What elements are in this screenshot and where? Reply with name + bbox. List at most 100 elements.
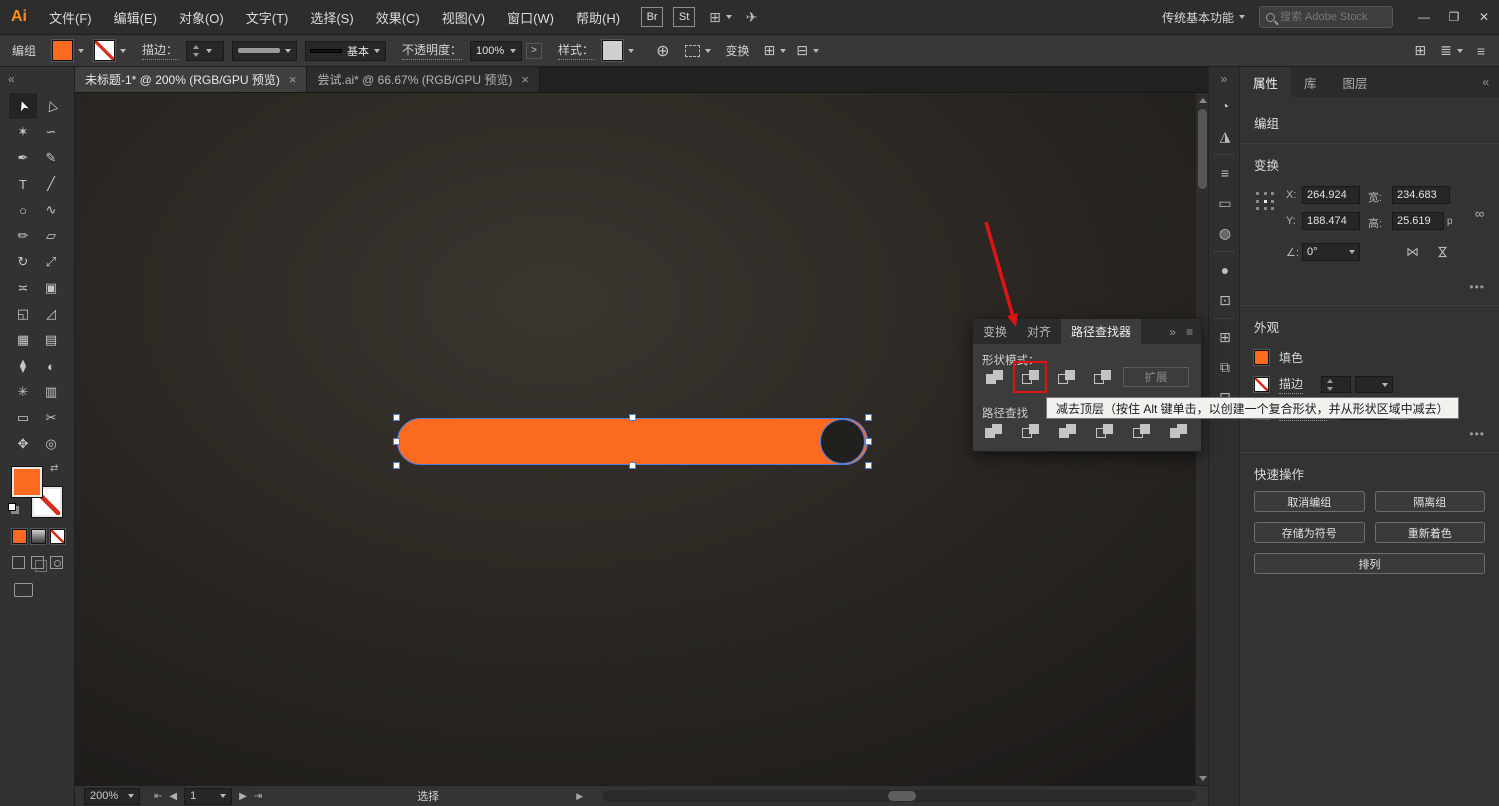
- stroke-weight-control[interactable]: [1321, 376, 1394, 393]
- workspace-rows-control[interactable]: ≣: [1440, 42, 1463, 59]
- hand-tool[interactable]: ✥: [9, 431, 37, 457]
- color-button[interactable]: [12, 529, 27, 544]
- scroll-down-icon[interactable]: [1196, 771, 1208, 785]
- trim-button[interactable]: [1018, 420, 1042, 442]
- zoom-level-dropdown[interactable]: 200%: [84, 787, 140, 805]
- minimize-button[interactable]: —: [1409, 4, 1439, 30]
- selection-handle-mr[interactable]: [865, 438, 872, 445]
- tab-pathfinder[interactable]: 路径查找器: [1061, 319, 1142, 344]
- artboard-tool[interactable]: ▭: [9, 405, 37, 431]
- stroke-swatch[interactable]: [94, 40, 116, 61]
- appearance-panel-icon[interactable]: ●: [1209, 255, 1241, 285]
- bridge-button[interactable]: Br: [641, 7, 664, 27]
- paintbrush-tool[interactable]: ∿: [37, 197, 65, 223]
- ellipse-tool[interactable]: ○: [9, 197, 37, 223]
- eyedropper-tool[interactable]: ⧫: [9, 353, 37, 379]
- globe-icon[interactable]: ⊕: [656, 41, 669, 61]
- unite-button[interactable]: [981, 365, 1007, 389]
- tab-layers[interactable]: 图层: [1330, 67, 1381, 97]
- ref-dot[interactable]: [1256, 192, 1259, 195]
- scale-tool[interactable]: ⤢: [37, 249, 65, 275]
- angle-dropdown[interactable]: 0°: [1302, 243, 1360, 261]
- document-tab-untitled[interactable]: 未标题-1* @ 200% (RGB/GPU 预览) ×: [75, 67, 308, 92]
- stroke-label[interactable]: 描边: [1279, 375, 1304, 394]
- stroke-weight-input[interactable]: [1321, 376, 1352, 393]
- perspective-grid-tool[interactable]: ◿: [37, 301, 65, 327]
- ref-dot[interactable]: [1263, 207, 1267, 211]
- merge-button[interactable]: [1055, 420, 1079, 442]
- panel-menu-icon[interactable]: ≡: [1181, 325, 1201, 339]
- arrange-documents-control[interactable]: ⊞: [709, 9, 732, 26]
- screen-mode-button[interactable]: [14, 583, 33, 597]
- close-tab-icon[interactable]: ×: [289, 72, 297, 87]
- none-button[interactable]: [50, 529, 65, 544]
- menu-view[interactable]: 视图(V): [431, 0, 496, 35]
- recolor-button[interactable]: 重新着色: [1374, 522, 1485, 543]
- type-tool[interactable]: T: [9, 171, 37, 197]
- shape-panel-icon[interactable]: ◮: [1209, 121, 1241, 151]
- free-transform-tool[interactable]: ▣: [37, 275, 65, 301]
- selection-handle-br[interactable]: [865, 462, 872, 469]
- exclude-button[interactable]: [1089, 365, 1115, 389]
- ref-dot[interactable]: [1271, 192, 1275, 195]
- mesh-tool[interactable]: ▦: [9, 327, 37, 353]
- maximize-button[interactable]: ❐: [1439, 4, 1469, 30]
- close-button[interactable]: ✕: [1469, 4, 1499, 30]
- horizontal-scrollbar[interactable]: [603, 790, 1196, 802]
- stroke-weight-label[interactable]: 描边：: [142, 41, 179, 60]
- y-input[interactable]: 188.474: [1302, 212, 1360, 230]
- direct-selection-tool[interactable]: ▷: [37, 93, 65, 119]
- subtract-circle-shape[interactable]: [820, 419, 865, 464]
- panel-menu-icon[interactable]: ≡: [1477, 43, 1485, 59]
- tab-transform[interactable]: 变换: [973, 319, 1017, 344]
- distribute-control[interactable]: ⊟: [796, 42, 819, 59]
- next-artboard-button[interactable]: ▶: [239, 791, 247, 802]
- draw-inside-icon[interactable]: [50, 556, 63, 569]
- color-panel-icon[interactable]: ◔: [1209, 91, 1241, 121]
- search-input[interactable]: [1280, 11, 1386, 23]
- width-tool[interactable]: ≍: [9, 275, 37, 301]
- align-control[interactable]: ⊞: [763, 42, 787, 59]
- pen-tool[interactable]: ✒: [9, 145, 37, 171]
- transform-more-options[interactable]: •••: [1254, 280, 1485, 294]
- ungroup-button[interactable]: 取消编组: [1254, 491, 1365, 512]
- x-input[interactable]: 264.924: [1302, 186, 1360, 204]
- slice-tool[interactable]: ✂: [37, 405, 65, 431]
- ref-dot[interactable]: [1271, 199, 1275, 203]
- gradient-tool[interactable]: ▤: [37, 327, 65, 353]
- brush-definition-dropdown[interactable]: 基本: [305, 40, 387, 61]
- stroke-weight-dropdown[interactable]: [1355, 376, 1394, 393]
- fill-swatch[interactable]: [1254, 350, 1269, 365]
- magic-wand-tool[interactable]: ✶: [9, 119, 37, 145]
- transform-label[interactable]: 变换: [725, 42, 749, 59]
- ref-dot[interactable]: [1271, 207, 1275, 211]
- gradient-button[interactable]: [31, 529, 46, 544]
- scroll-up-icon[interactable]: [1196, 93, 1208, 107]
- swap-fill-stroke-icon[interactable]: ⇄: [50, 463, 58, 474]
- ref-dot[interactable]: [1263, 192, 1267, 195]
- fill-proxy-swatch[interactable]: [12, 467, 42, 497]
- blend-tool[interactable]: ◐: [37, 353, 65, 379]
- flip-vertical-icon[interactable]: ⋈: [1435, 246, 1451, 259]
- menu-select[interactable]: 选择(S): [299, 0, 364, 35]
- menu-type[interactable]: 文字(T): [235, 0, 300, 35]
- selection-handle-bm[interactable]: [629, 462, 636, 469]
- last-artboard-button[interactable]: ⇥: [254, 791, 262, 802]
- draw-behind-icon[interactable]: [31, 556, 47, 572]
- intersect-button[interactable]: [1053, 365, 1079, 389]
- share-paper-plane-icon[interactable]: ✈: [746, 9, 758, 26]
- gradient-panel-icon[interactable]: ◍: [1209, 218, 1241, 248]
- column-graph-tool[interactable]: ▥: [37, 379, 65, 405]
- menu-effect[interactable]: 效果(C): [365, 0, 431, 35]
- outline-button[interactable]: [1129, 420, 1153, 442]
- menu-file[interactable]: 文件(F): [38, 0, 103, 35]
- height-input[interactable]: 25.619: [1392, 212, 1444, 230]
- expand-button[interactable]: 扩展: [1123, 367, 1189, 387]
- arrange-button[interactable]: 排列: [1254, 553, 1485, 574]
- default-fill-stroke-icon[interactable]: [8, 503, 16, 511]
- draw-normal-icon[interactable]: [12, 556, 25, 569]
- menu-object[interactable]: 对象(O): [168, 0, 235, 35]
- workspace-switcher[interactable]: 传统基本功能: [1162, 9, 1245, 26]
- appearance-more-options[interactable]: •••: [1254, 427, 1485, 441]
- expand-panels-icon[interactable]: »: [1209, 67, 1239, 91]
